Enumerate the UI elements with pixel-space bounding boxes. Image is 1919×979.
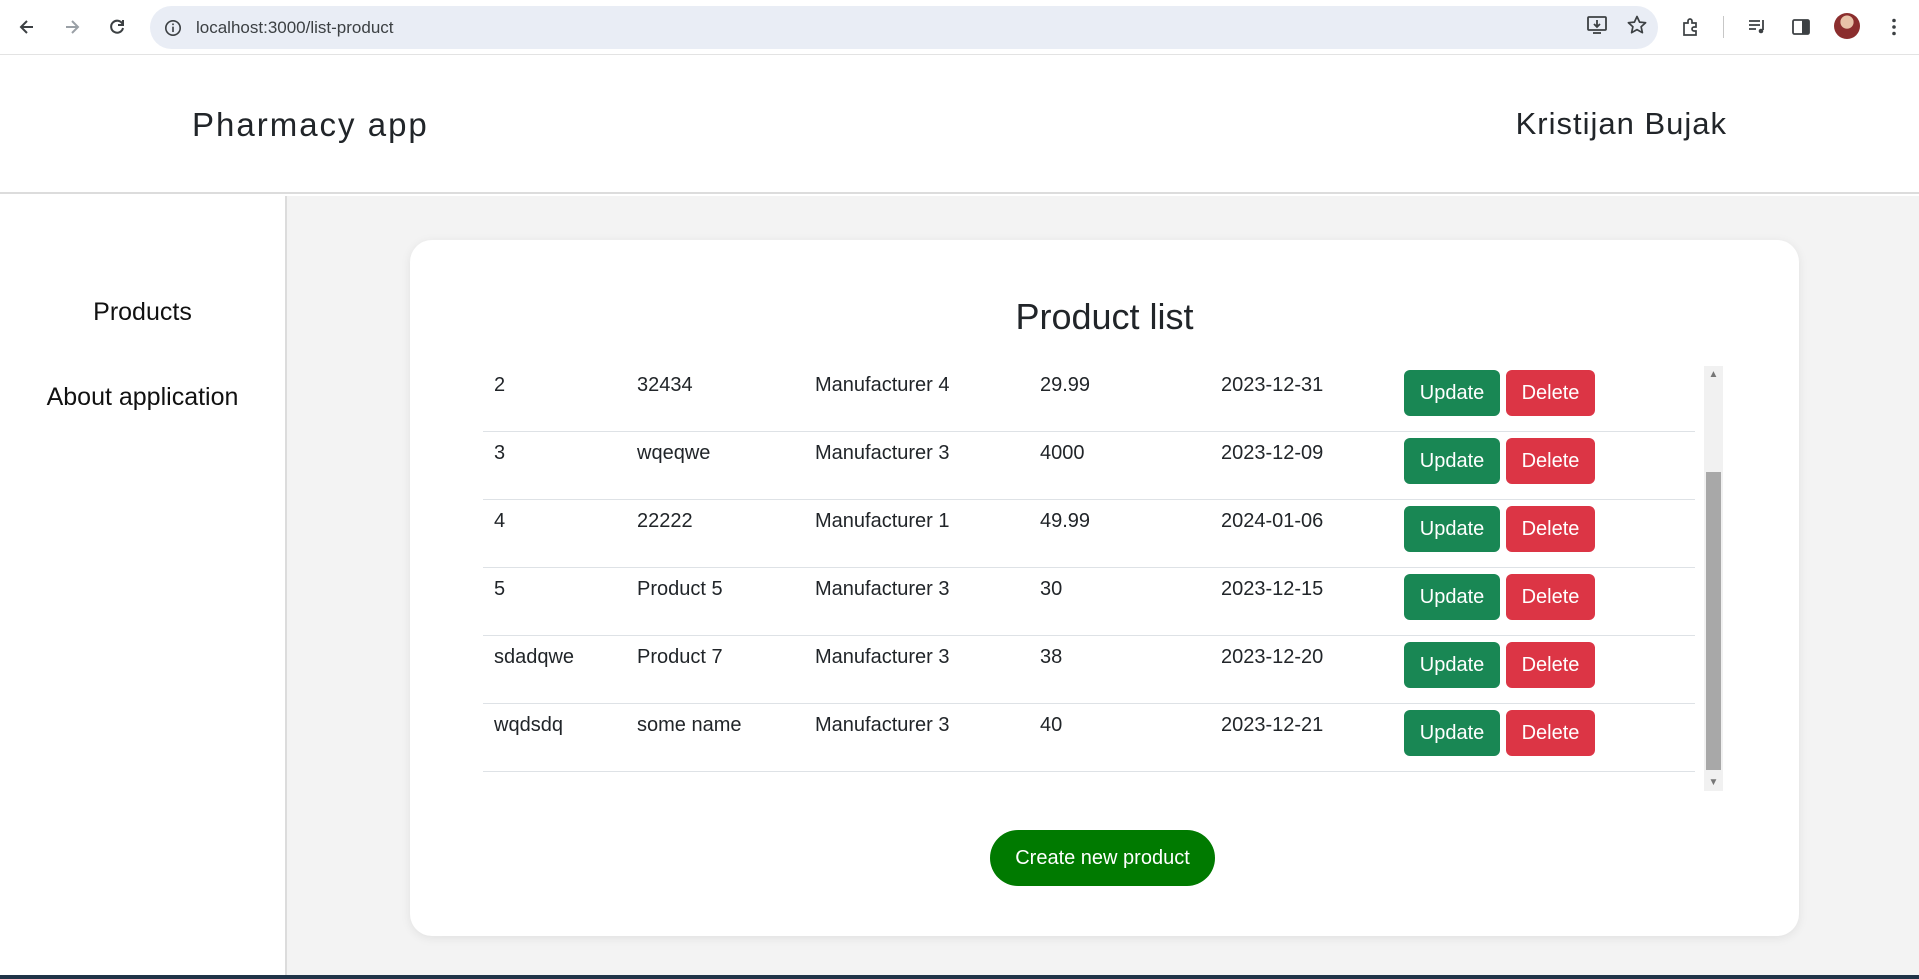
bookmark-star-icon[interactable] bbox=[1626, 14, 1648, 41]
extensions-icon[interactable] bbox=[1676, 12, 1706, 42]
cell-manufacturer: Manufacturer 1 bbox=[815, 510, 950, 532]
cell-date: 2023-12-15 bbox=[1221, 578, 1324, 600]
table-row: wqdsdq some name Manufacturer 3 40 2023-… bbox=[483, 704, 1695, 772]
menu-kebab-icon[interactable] bbox=[1879, 12, 1909, 42]
update-button[interactable]: Update bbox=[1404, 370, 1500, 416]
cell-manufacturer: Manufacturer 3 bbox=[815, 714, 950, 736]
cell-price: 38 bbox=[1040, 646, 1063, 668]
cell-date: 2023-12-31 bbox=[1221, 374, 1324, 396]
table-scrollbar[interactable]: ▲ ▼ bbox=[1704, 366, 1723, 791]
product-list-card: Product list 2 32434 Manufacturer 4 29.9… bbox=[410, 240, 1799, 936]
scroll-down-arrow-icon[interactable]: ▼ bbox=[1704, 774, 1723, 791]
table-row: 5 Product 5 Manufacturer 3 30 2023-12-15… bbox=[483, 568, 1695, 636]
scroll-up-arrow-icon[interactable]: ▲ bbox=[1704, 366, 1723, 383]
page-title: Product list bbox=[1015, 296, 1194, 337]
url-text[interactable]: localhost:3000/list-product bbox=[196, 18, 394, 38]
cell-price: 40 bbox=[1040, 714, 1063, 736]
product-table: 2 32434 Manufacturer 4 29.99 2023-12-31 … bbox=[483, 366, 1721, 791]
table-row: 4 22222 Manufacturer 1 49.99 2024-01-06 … bbox=[483, 500, 1695, 568]
create-product-button[interactable]: Create new product bbox=[990, 830, 1215, 886]
update-button[interactable]: Update bbox=[1404, 710, 1500, 756]
cell-price: 30 bbox=[1040, 578, 1063, 600]
app-header: Pharmacy app Kristijan Bujak bbox=[0, 56, 1919, 194]
reload-icon[interactable] bbox=[100, 10, 134, 44]
cell-price: 29.99 bbox=[1040, 374, 1091, 396]
cell-name: Product 5 bbox=[637, 578, 723, 600]
cell-manufacturer: Manufacturer 4 bbox=[815, 374, 950, 396]
sidebar-item-about[interactable]: About application bbox=[0, 383, 285, 412]
brand-title[interactable]: Pharmacy app bbox=[192, 106, 429, 144]
address-bar[interactable]: localhost:3000/list-product bbox=[150, 6, 1658, 49]
delete-button[interactable]: Delete bbox=[1506, 438, 1595, 484]
table-row: 3 wqeqwe Manufacturer 3 4000 2023-12-09 … bbox=[483, 432, 1695, 500]
back-icon[interactable] bbox=[10, 10, 44, 44]
cell-code: 5 bbox=[494, 578, 506, 600]
cell-name: Product 7 bbox=[637, 646, 723, 668]
main-content: Product list 2 32434 Manufacturer 4 29.9… bbox=[287, 196, 1919, 979]
browser-toolbar: localhost:3000/list-product bbox=[0, 0, 1919, 55]
cell-name: wqeqwe bbox=[637, 442, 711, 464]
scroll-thumb[interactable] bbox=[1706, 472, 1721, 770]
cell-code: wqdsdq bbox=[494, 714, 563, 736]
cell-name: 32434 bbox=[637, 374, 693, 396]
delete-button[interactable]: Delete bbox=[1506, 506, 1595, 552]
cell-date: 2023-12-20 bbox=[1221, 646, 1324, 668]
cell-date: 2024-01-06 bbox=[1221, 510, 1324, 532]
delete-button[interactable]: Delete bbox=[1506, 370, 1595, 416]
update-button[interactable]: Update bbox=[1404, 574, 1500, 620]
cell-code: 3 bbox=[494, 442, 506, 464]
cell-code: sdadqwe bbox=[494, 646, 575, 668]
cell-name: 22222 bbox=[637, 510, 693, 532]
sidebar: Products About application bbox=[0, 196, 287, 979]
forward-icon[interactable] bbox=[55, 10, 89, 44]
side-panel-icon[interactable] bbox=[1786, 12, 1816, 42]
user-name: Kristijan Bujak bbox=[1515, 106, 1727, 141]
delete-button[interactable]: Delete bbox=[1506, 574, 1595, 620]
toolbar-divider bbox=[1723, 16, 1724, 38]
cell-code: 2 bbox=[494, 374, 506, 396]
update-button[interactable]: Update bbox=[1404, 506, 1500, 552]
delete-button[interactable]: Delete bbox=[1506, 710, 1595, 756]
update-button[interactable]: Update bbox=[1404, 642, 1500, 688]
update-button[interactable]: Update bbox=[1404, 438, 1500, 484]
cell-date: 2023-12-09 bbox=[1221, 442, 1324, 464]
taskbar-edge bbox=[0, 975, 1919, 979]
cell-price: 49.99 bbox=[1040, 510, 1091, 532]
cell-manufacturer: Manufacturer 3 bbox=[815, 442, 950, 464]
site-info-icon[interactable] bbox=[162, 17, 184, 39]
profile-avatar[interactable] bbox=[1834, 13, 1860, 39]
cell-manufacturer: Manufacturer 3 bbox=[815, 578, 950, 600]
cell-code: 4 bbox=[494, 510, 506, 532]
table-row: 2 32434 Manufacturer 4 29.99 2023-12-31 … bbox=[483, 366, 1695, 432]
cell-name: some name bbox=[637, 714, 742, 736]
table-row: sdadqwe Product 7 Manufacturer 3 38 2023… bbox=[483, 636, 1695, 704]
cell-date: 2023-12-21 bbox=[1221, 714, 1324, 736]
install-app-icon[interactable] bbox=[1586, 14, 1608, 41]
cell-price: 4000 bbox=[1040, 442, 1085, 464]
delete-button[interactable]: Delete bbox=[1506, 642, 1595, 688]
cell-manufacturer: Manufacturer 3 bbox=[815, 646, 950, 668]
sidebar-item-products[interactable]: Products bbox=[0, 298, 285, 327]
media-control-icon[interactable] bbox=[1742, 12, 1772, 42]
